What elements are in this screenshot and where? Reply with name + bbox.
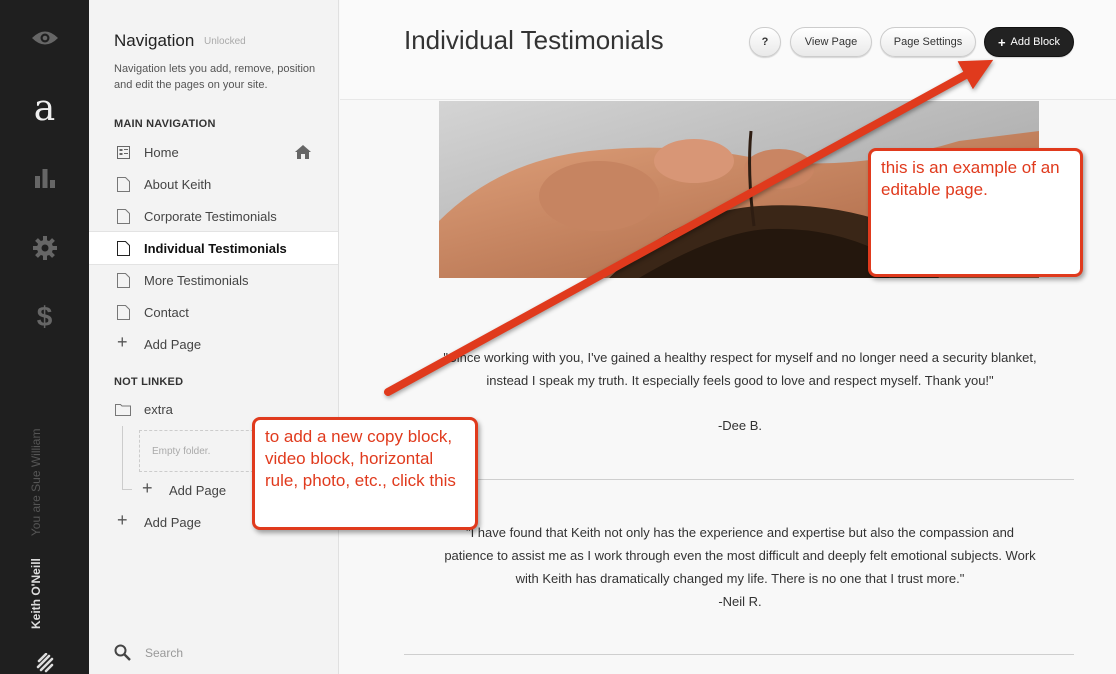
add-page-label: Add Page (169, 482, 227, 498)
eye-icon[interactable] (0, 26, 89, 50)
page-editor: Individual Testimonials ? View Page Page… (340, 0, 1116, 674)
home-page-icon (117, 146, 130, 159)
search-field[interactable]: Search (114, 644, 183, 661)
panel-title: Navigation (114, 31, 195, 50)
plus-icon: + (117, 332, 128, 352)
add-page-label: Add Page (144, 336, 202, 352)
left-rail: a $ Keith O'Neill You are Sue William (0, 0, 89, 674)
folder-icon (115, 404, 131, 416)
nav-item-label: About Keith (144, 176, 212, 192)
nav-item-more-testimonials[interactable]: More Testimonials (89, 264, 338, 296)
squarespace-logo-icon[interactable] (0, 652, 89, 674)
search-icon (114, 644, 131, 661)
nav-item-label: Contact (144, 304, 189, 320)
lock-status[interactable]: Unlocked (204, 36, 246, 47)
add-block-label: Add Block (1010, 36, 1061, 48)
navigation-panel: Navigation Unlocked Navigation lets you … (89, 0, 339, 674)
annotation-callout-add-block: to add a new copy block, video block, ho… (252, 417, 478, 530)
nav-item-label: Individual Testimonials (144, 240, 287, 256)
section-main-navigation: MAIN NAVIGATION (114, 118, 216, 130)
page-header: Individual Testimonials ? View Page Page… (340, 0, 1116, 100)
page-icon (117, 209, 130, 224)
page-title: Individual Testimonials (404, 25, 664, 55)
nav-item-label: Home (144, 144, 179, 160)
testimonial-author[interactable]: -Neil R. (440, 594, 1040, 609)
add-page-label: Add Page (144, 514, 202, 530)
annotation-callout-editable: this is an example of an editable page. (868, 148, 1083, 277)
page-icon (117, 177, 130, 192)
panel-description: Navigation lets you add, remove, positio… (114, 63, 316, 91)
nav-item-about-keith[interactable]: About Keith (89, 168, 338, 200)
nav-item-label: Corporate Testimonials (144, 208, 277, 224)
dollar-icon[interactable]: $ (0, 301, 89, 332)
home-icon (295, 145, 311, 159)
help-button[interactable]: ? (749, 27, 781, 57)
page-icon (117, 241, 130, 256)
horizontal-rule[interactable] (404, 479, 1074, 480)
horizontal-rule[interactable] (404, 654, 1074, 655)
page-icon (117, 305, 130, 320)
plus-icon: + (117, 510, 128, 530)
nav-item-individual-testimonials[interactable]: Individual Testimonials (89, 231, 338, 265)
logo-icon[interactable]: a (0, 88, 89, 129)
analytics-icon[interactable] (0, 166, 89, 190)
impersonation-label: You are Sue William (29, 428, 43, 537)
testimonial-quote[interactable]: "I have found that Keith not only has th… (440, 521, 1040, 590)
user-name: Keith O'Neill (29, 558, 43, 629)
empty-folder-dropzone[interactable]: Empty folder. (139, 430, 259, 472)
gear-icon[interactable] (0, 236, 89, 260)
testimonial-author[interactable]: -Dee B. (440, 418, 1040, 433)
plus-icon: + (997, 34, 1006, 50)
add-page-main-button[interactable]: + Add Page (89, 328, 338, 360)
user-info: Keith O'Neill You are Sue William (25, 379, 45, 629)
search-placeholder: Search (145, 645, 184, 660)
nav-item-contact[interactable]: Contact (89, 296, 338, 328)
testimonial-quote[interactable]: "Since working with you, I've gained a h… (440, 346, 1040, 392)
add-block-button[interactable]: + Add Block (984, 27, 1074, 57)
nav-item-corporate-testimonials[interactable]: Corporate Testimonials (89, 200, 338, 232)
folder-label: extra (144, 401, 173, 417)
view-page-button[interactable]: View Page (790, 27, 872, 57)
nav-item-label: More Testimonials (144, 272, 249, 288)
page-icon (117, 273, 130, 288)
section-not-linked: NOT LINKED (114, 376, 184, 388)
plus-icon: + (142, 478, 153, 498)
nav-item-home[interactable]: Home (89, 136, 338, 168)
page-settings-button[interactable]: Page Settings (880, 27, 976, 57)
